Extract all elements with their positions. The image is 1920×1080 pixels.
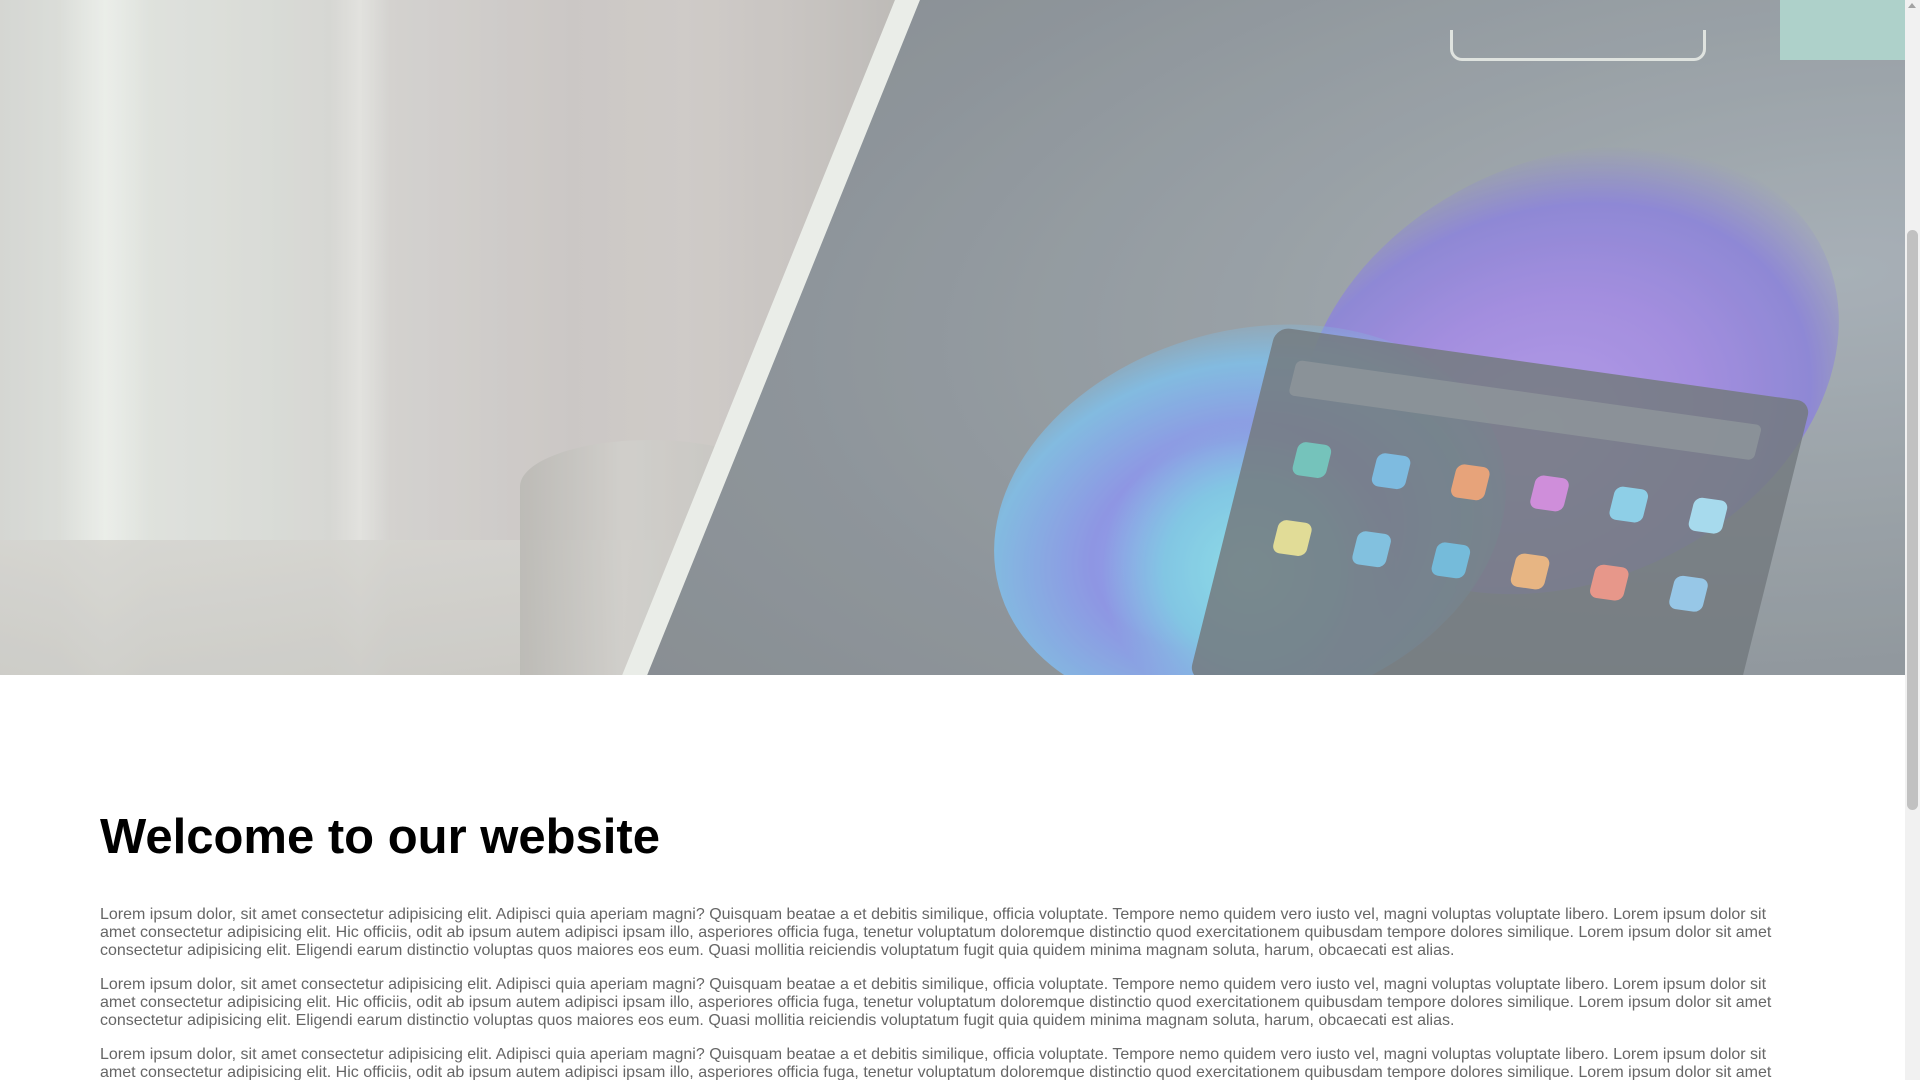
scrollbar-thumb[interactable] <box>1907 230 1918 810</box>
page-heading: Welcome to our website <box>100 810 660 864</box>
body-paragraph: Lorem ipsum dolor, sit amet consectetur … <box>100 1046 1772 1080</box>
hero-overlay <box>0 0 1905 675</box>
scroll-up-arrow-icon[interactable] <box>1908 3 1916 8</box>
body-paragraph: Lorem ipsum dolor, sit amet consectetur … <box>100 906 1772 959</box>
vertical-scrollbar[interactable] <box>1905 0 1920 1080</box>
paragraph-list: Lorem ipsum dolor, sit amet consectetur … <box>100 906 1772 1080</box>
body-paragraph: Lorem ipsum dolor, sit amet consectetur … <box>100 976 1772 1029</box>
main-content: Welcome to our website Lorem ipsum dolor… <box>100 800 1772 1080</box>
browser-viewport: Welcome to our website Lorem ipsum dolor… <box>0 0 1920 1080</box>
hero-image <box>0 0 1905 675</box>
web-page: Welcome to our website Lorem ipsum dolor… <box>0 0 1905 1080</box>
